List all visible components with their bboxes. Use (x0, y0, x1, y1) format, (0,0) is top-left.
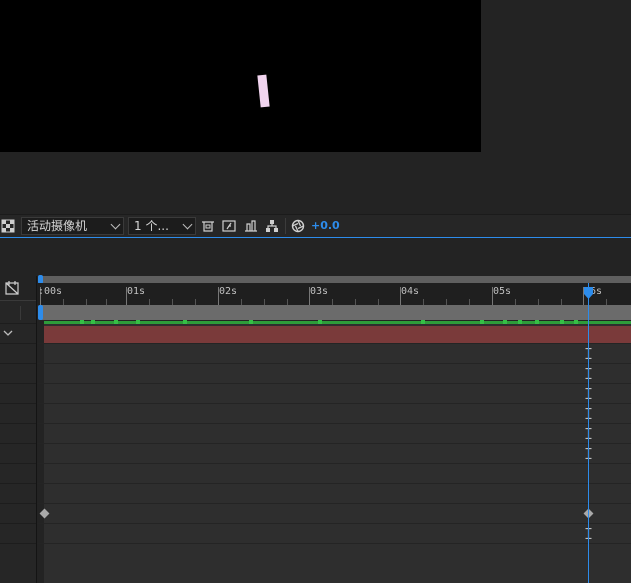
time-navigator-bar[interactable] (40, 276, 631, 283)
track-divider (37, 443, 631, 444)
flowchart-icon[interactable] (265, 219, 279, 233)
row-divider (0, 363, 36, 364)
column-header-divider (0, 300, 36, 301)
ruler-label: 01s (127, 286, 146, 297)
panel-splitter[interactable] (36, 276, 37, 583)
work-area-bar[interactable] (40, 305, 631, 320)
row-divider (0, 323, 36, 324)
track-divider (37, 403, 631, 404)
ruler-label: 04s (401, 286, 420, 297)
composition-viewer[interactable] (0, 0, 481, 152)
row-divider (0, 543, 36, 544)
comp-marker-icon[interactable] (3, 279, 21, 297)
row-divider (0, 483, 36, 484)
viewer-toolbar: 活动摄像机 1 个... +0.0 (0, 215, 631, 237)
row-divider (0, 503, 36, 504)
track-divider (37, 423, 631, 424)
track-divider (37, 343, 631, 344)
row-divider (0, 403, 36, 404)
views-layout-dropdown[interactable]: 1 个... (128, 217, 196, 235)
ruler-label: :00s (38, 286, 63, 297)
ruler-label: 05s (493, 286, 512, 297)
track-divider (37, 483, 631, 484)
playhead-handle[interactable] (583, 286, 594, 300)
snapshot-icon[interactable] (222, 219, 236, 233)
views-layout-selected: 1 个... (134, 219, 169, 233)
chevron-down-icon (110, 219, 121, 230)
track-divider (37, 363, 631, 364)
track-divider (37, 543, 631, 544)
row-divider (0, 523, 36, 524)
playhead-line[interactable] (588, 283, 589, 583)
track-divider (37, 463, 631, 464)
row-divider (0, 383, 36, 384)
exposure-value[interactable]: +0.0 (311, 219, 340, 233)
reset-exposure-icon[interactable] (291, 219, 305, 233)
chevron-down-icon (182, 219, 193, 230)
layer-list-column (0, 300, 36, 583)
ruler-label: 03s (310, 286, 329, 297)
row-divider (0, 343, 36, 344)
work-area-start-handle[interactable] (38, 305, 43, 320)
ruler-label: 02s (219, 286, 238, 297)
row-divider (0, 423, 36, 424)
toolbar-divider (285, 218, 286, 234)
chevron-down-icon[interactable] (3, 328, 13, 338)
show-snapshot-icon[interactable] (244, 219, 258, 233)
track-divider (37, 523, 631, 524)
track-divider (37, 383, 631, 384)
checker-icon[interactable] (1, 219, 15, 233)
camera-view-dropdown[interactable]: 活动摄像机 (21, 217, 124, 235)
row-divider (0, 443, 36, 444)
region-of-interest-icon[interactable] (201, 219, 215, 233)
track-divider (37, 503, 631, 504)
row-divider (0, 463, 36, 464)
camera-view-selected: 活动摄像机 (27, 219, 88, 233)
layer-duration-bar[interactable] (44, 326, 631, 343)
column-separator (20, 306, 21, 320)
